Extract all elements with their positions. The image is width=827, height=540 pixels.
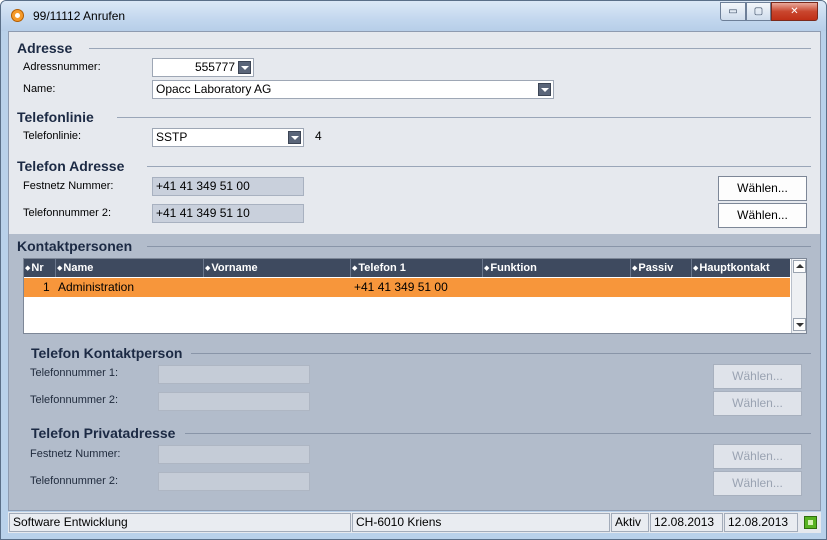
pa-festnetz-label: Festnetz Nummer: <box>30 448 121 460</box>
title-bar[interactable]: 99/11112 Anrufen ▭ ▢ ✕ <box>1 1 826 31</box>
column-header-vorname[interactable]: ◆Vorname <box>203 259 350 277</box>
cell-telefon1: +41 41 349 51 00 <box>354 280 448 294</box>
section-telefon-kontaktperson-title: Telefon Kontaktperson <box>31 345 183 361</box>
telefonnummer2-label: Telefonnummer 2: <box>23 207 112 219</box>
section-telefon-privatadresse-title: Telefon Privatadresse <box>31 425 176 441</box>
kp-telefon1-label: Telefonnummer 1: <box>30 367 119 379</box>
pa-telefon2-field <box>158 472 310 491</box>
name-value: Opacc Laboratory AG <box>156 82 272 96</box>
telefonlinie-count: 4 <box>315 129 322 143</box>
contacts-grid: ◆Nr ◆Name ◆Vorname ◆Telefon 1 ◆Funktion … <box>23 258 807 334</box>
chevron-down-icon[interactable] <box>238 61 251 74</box>
sort-updown-icon: ◆ <box>352 264 358 273</box>
section-telefon-adresse-title: Telefon Adresse <box>17 158 125 174</box>
chevron-down-icon[interactable] <box>538 83 551 96</box>
telefonlinie-label: Telefonlinie: <box>23 130 82 142</box>
window: 99/11112 Anrufen ▭ ▢ ✕ Adresse Adressnum… <box>0 0 827 540</box>
choose-pa-telefon2-button[interactable]: Wählen... <box>713 471 802 496</box>
telefonnummer2-field: +41 41 349 51 10 <box>152 204 304 223</box>
sort-updown-icon: ◆ <box>205 264 211 273</box>
status-location: CH-6010 Kriens <box>352 513 610 532</box>
table-row[interactable]: 1 Administration +41 41 349 51 00 <box>24 278 790 297</box>
sort-updown-icon: ◆ <box>484 264 490 273</box>
adressnummer-value: 555777 <box>194 60 235 74</box>
name-label: Name: <box>23 83 56 95</box>
status-department: Software Entwicklung <box>9 513 351 532</box>
section-divider <box>147 166 811 167</box>
name-select[interactable]: Opacc Laboratory AG <box>152 80 554 99</box>
section-adresse-title: Adresse <box>17 40 73 56</box>
column-header-nr[interactable]: ◆Nr <box>24 259 55 277</box>
section-divider <box>191 353 811 354</box>
cell-name: Administration <box>58 280 135 294</box>
telefonlinie-value: SSTP <box>156 130 188 144</box>
status-bar: Software Entwicklung CH-6010 Kriens Akti… <box>8 512 821 533</box>
adressnummer-field[interactable]: 555777 <box>152 58 254 77</box>
kp-telefon1-field <box>158 365 310 384</box>
pa-festnetz-field <box>158 445 310 464</box>
section-divider <box>117 117 811 118</box>
sort-updown-icon: ◆ <box>693 264 699 273</box>
sort-updown-icon: ◆ <box>57 264 63 273</box>
festnetz-field: +41 41 349 51 00 <box>152 177 304 196</box>
column-header-name[interactable]: ◆Name <box>55 259 203 277</box>
choose-pa-festnetz-button[interactable]: Wählen... <box>713 444 802 469</box>
sort-updown-icon: ◆ <box>25 264 31 273</box>
sort-updown-icon: ◆ <box>632 264 638 273</box>
cell-nr: 1 <box>43 280 50 294</box>
column-header-passiv[interactable]: ◆Passiv <box>630 259 691 277</box>
pa-telefon2-label: Telefonnummer 2: <box>30 475 119 487</box>
scroll-up-icon[interactable] <box>793 260 806 273</box>
status-date-1: 12.08.2013 <box>650 513 723 532</box>
status-green-icon[interactable] <box>804 516 817 529</box>
kp-telefon2-label: Telefonnummer 2: <box>30 394 119 406</box>
column-header-funktion[interactable]: ◆Funktion <box>482 259 630 277</box>
adressnummer-label: Adressnummer: <box>23 61 101 73</box>
status-date-2: 12.08.2013 <box>724 513 798 532</box>
maximize-button[interactable]: ▢ <box>746 2 771 21</box>
column-header-hauptkontakt[interactable]: ◆Hauptkontakt <box>691 259 790 277</box>
scroll-down-icon[interactable] <box>793 318 806 331</box>
close-button[interactable]: ✕ <box>771 2 818 21</box>
kp-telefon2-field <box>158 392 310 411</box>
grid-scrollbar[interactable] <box>791 259 806 333</box>
client-area: Adresse Adressnummer: 555777 Name: Opacc… <box>8 31 821 511</box>
column-header-telefon1[interactable]: ◆Telefon 1 <box>350 259 482 277</box>
section-kontaktpersonen-title: Kontaktpersonen <box>17 238 133 254</box>
section-telefonlinie-title: Telefonlinie <box>17 109 94 125</box>
choose-kp-telefon1-button[interactable]: Wählen... <box>713 364 802 389</box>
section-divider <box>89 48 811 49</box>
window-title: 99/11112 Anrufen <box>33 9 126 23</box>
choose-kp-telefon2-button[interactable]: Wählen... <box>713 391 802 416</box>
section-divider <box>185 433 811 434</box>
festnetz-label: Festnetz Nummer: <box>23 180 114 192</box>
telefonlinie-select[interactable]: SSTP <box>152 128 304 147</box>
grid-header: ◆Nr ◆Name ◆Vorname ◆Telefon 1 ◆Funktion … <box>24 259 790 277</box>
upper-panel: Adresse Adressnummer: 555777 Name: Opacc… <box>9 32 820 234</box>
chevron-down-icon[interactable] <box>288 131 301 144</box>
status-state: Aktiv <box>611 513 649 532</box>
minimize-button[interactable]: ▭ <box>720 2 746 21</box>
section-divider <box>147 246 811 247</box>
choose-festnetz-button[interactable]: Wählen... <box>718 176 807 201</box>
choose-telefonnummer2-button[interactable]: Wählen... <box>718 203 807 228</box>
app-target-icon[interactable] <box>11 9 24 22</box>
